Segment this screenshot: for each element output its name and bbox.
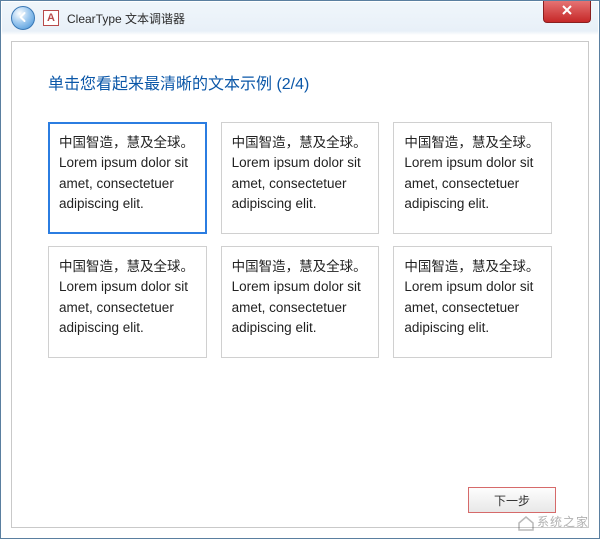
text-sample-1[interactable]: 中国智造，慧及全球。 Lorem ipsum dolor sit amet, c… [48,122,207,234]
sample-en: Lorem ipsum dolor sit amet, consectetuer… [232,279,361,335]
sample-cn: 中国智造，慧及全球。 [59,133,196,153]
sample-en: Lorem ipsum dolor sit amet, consectetuer… [59,155,188,211]
sample-cn: 中国智造，慧及全球。 [59,257,196,277]
sample-en: Lorem ipsum dolor sit amet, consectetuer… [404,279,533,335]
sample-cn: 中国智造，慧及全球。 [232,257,369,277]
content-panel: 单击您看起来最清晰的文本示例 (2/4) 中国智造，慧及全球。 Lorem ip… [11,41,589,528]
button-row: 下一步 [468,487,556,513]
sample-cn: 中国智造，慧及全球。 [404,133,541,153]
title-bar: A ClearType 文本调谐器 [1,1,599,35]
next-button-label: 下一步 [494,494,530,508]
sample-cn: 中国智造，慧及全球。 [404,257,541,277]
arrow-left-icon [17,11,29,26]
close-button[interactable] [543,1,591,23]
sample-cn: 中国智造，慧及全球。 [232,133,369,153]
sample-en: Lorem ipsum dolor sit amet, consectetuer… [404,155,533,211]
next-button[interactable]: 下一步 [468,487,556,513]
dialog-window: A ClearType 文本调谐器 单击您看起来最清晰的文本示例 (2/4) 中… [0,0,600,539]
sample-en: Lorem ipsum dolor sit amet, consectetuer… [232,155,361,211]
text-sample-6[interactable]: 中国智造，慧及全球。 Lorem ipsum dolor sit amet, c… [393,246,552,358]
text-sample-5[interactable]: 中国智造，慧及全球。 Lorem ipsum dolor sit amet, c… [221,246,380,358]
page-heading: 单击您看起来最清晰的文本示例 (2/4) [48,70,552,94]
text-sample-3[interactable]: 中国智造，慧及全球。 Lorem ipsum dolor sit amet, c… [393,122,552,234]
close-icon [561,3,573,21]
text-sample-4[interactable]: 中国智造，慧及全球。 Lorem ipsum dolor sit amet, c… [48,246,207,358]
app-icon: A [43,10,59,26]
text-sample-2[interactable]: 中国智造，慧及全球。 Lorem ipsum dolor sit amet, c… [221,122,380,234]
app-icon-letter: A [47,12,55,24]
sample-en: Lorem ipsum dolor sit amet, consectetuer… [59,279,188,335]
back-button[interactable] [11,6,35,30]
window-title: ClearType 文本调谐器 [67,10,185,27]
sample-grid: 中国智造，慧及全球。 Lorem ipsum dolor sit amet, c… [48,122,552,358]
